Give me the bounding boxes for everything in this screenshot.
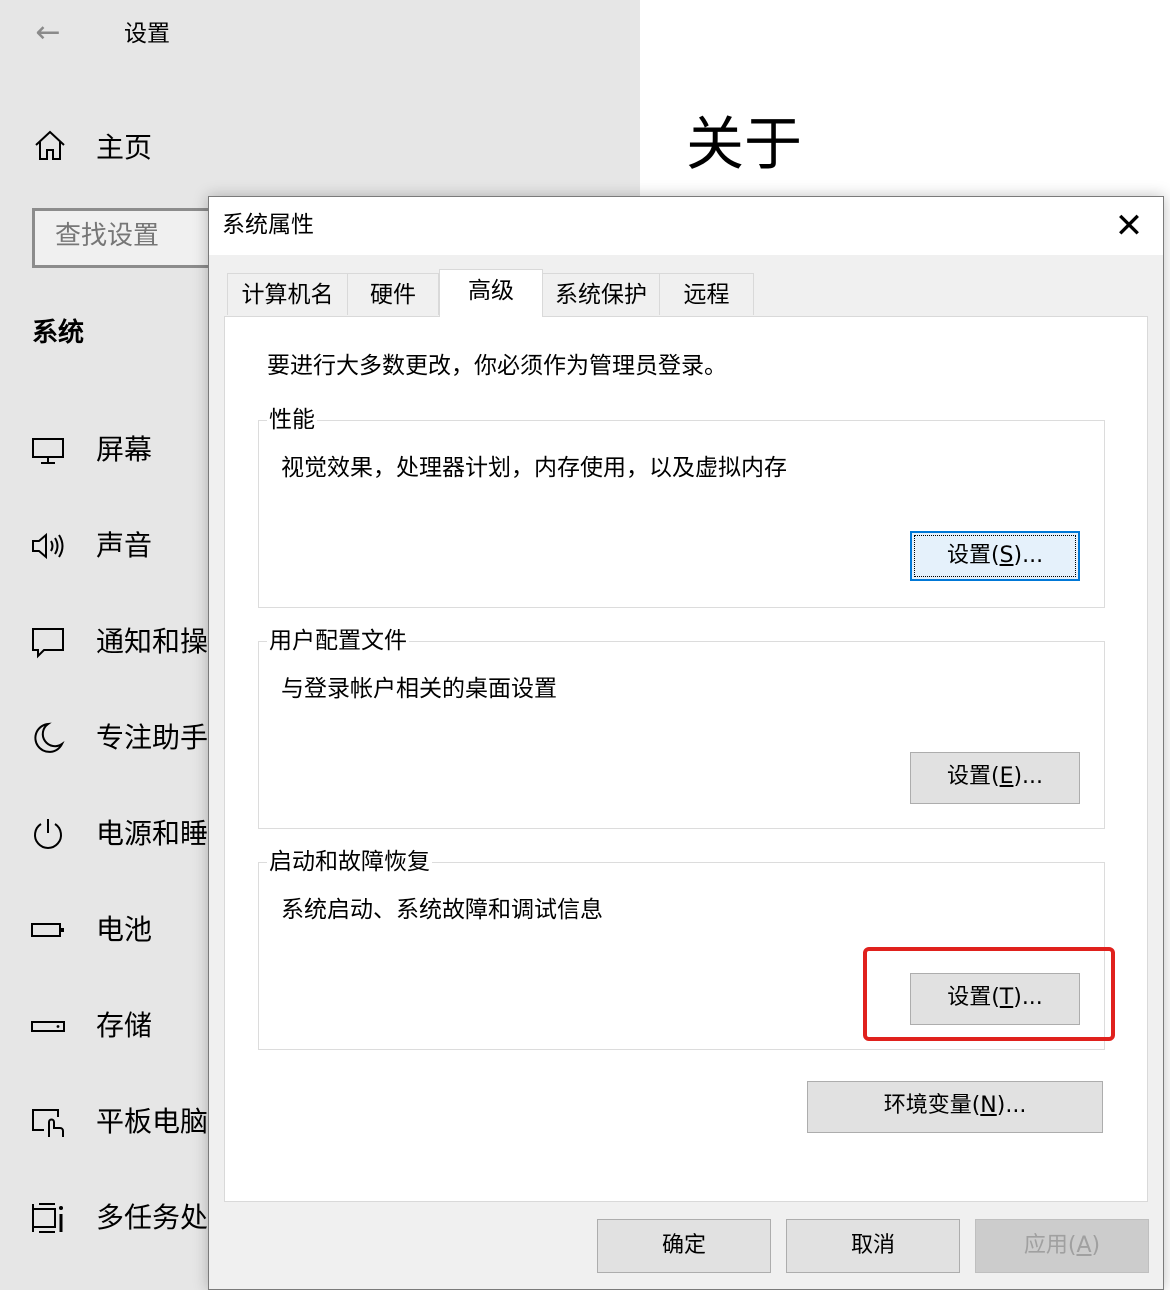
nav-item-label: 电源和睡 — [96, 817, 209, 850]
multitask-icon — [32, 1203, 63, 1233]
power-icon — [34, 819, 62, 849]
dialog-titlebar[interactable]: 系统属性 ✕ — [209, 197, 1163, 255]
nav-item-label: 存储 — [96, 1009, 153, 1042]
tab-remote[interactable]: 远程 — [659, 273, 754, 315]
back-arrow-icon[interactable]: ← — [30, 16, 66, 50]
performance-settings-button[interactable]: 设置(S)... — [910, 531, 1080, 581]
speaker-icon — [32, 532, 64, 560]
group-description: 视觉效果，处理器计划，内存使用，以及虚拟内存 — [281, 455, 787, 481]
group-legend: 启动和故障恢复 — [267, 845, 432, 879]
admin-notice: 要进行大多数更改，你必须作为管理员登录。 — [267, 353, 727, 379]
startup-recovery-settings-button[interactable]: 设置(T)... — [910, 973, 1080, 1025]
storage-icon — [31, 1021, 65, 1032]
battery-icon — [31, 923, 64, 937]
tab-hardware[interactable]: 硬件 — [347, 273, 439, 315]
notification-icon — [32, 628, 64, 659]
group-user-profiles: 用户配置文件 与登录帐户相关的桌面设置 设置(E)... — [258, 624, 1105, 829]
monitor-icon — [32, 438, 64, 464]
group-legend: 用户配置文件 — [267, 624, 409, 658]
nav-item-label: 通知和操 — [96, 625, 209, 658]
page-title: 关于 — [686, 110, 803, 178]
cancel-button[interactable]: 取消 — [786, 1219, 960, 1273]
ok-button[interactable]: 确定 — [597, 1219, 771, 1273]
nav-item-label: 屏幕 — [96, 433, 153, 466]
environment-variables-button[interactable]: 环境变量(N)... — [807, 1081, 1103, 1133]
tablet-icon — [32, 1109, 64, 1137]
home-icon — [35, 130, 65, 160]
system-properties-dialog: 系统属性 ✕ 计算机名 硬件 高级 系统保护 远程 要进行大多数更改，你必须作为… — [208, 196, 1164, 1290]
tab-system-protection[interactable]: 系统保护 — [542, 273, 660, 315]
tab-computer-name[interactable]: 计算机名 — [227, 273, 348, 315]
moon-icon — [34, 722, 65, 753]
tab-advanced[interactable]: 高级 — [439, 269, 543, 317]
group-performance: 性能 视觉效果，处理器计划，内存使用，以及虚拟内存 设置(S)... — [258, 403, 1105, 608]
nav-item-label: 声音 — [96, 529, 153, 562]
nav-item-label: 多任务处 — [96, 1201, 209, 1234]
dialog-title: 系统属性 — [222, 212, 314, 238]
close-icon[interactable]: ✕ — [1095, 197, 1163, 255]
user-profiles-settings-button[interactable]: 设置(E)... — [910, 752, 1080, 804]
app-title: 设置 — [124, 21, 170, 47]
group-legend: 性能 — [267, 403, 317, 437]
tab-panel-advanced: 要进行大多数更改，你必须作为管理员登录。 性能 视觉效果，处理器计划，内存使用，… — [224, 316, 1148, 1202]
nav-item-label: 专注助手 — [96, 721, 209, 754]
group-startup-recovery: 启动和故障恢复 系统启动、系统故障和调试信息 设置(T)... — [258, 845, 1105, 1050]
group-description: 与登录帐户相关的桌面设置 — [281, 676, 557, 702]
apply-button[interactable]: 应用(A) — [975, 1219, 1149, 1273]
group-description: 系统启动、系统故障和调试信息 — [281, 897, 603, 923]
section-title: 系统 — [32, 318, 85, 348]
nav-item-label: 平板电脑 — [96, 1105, 209, 1138]
nav-item-label: 电池 — [96, 913, 153, 946]
nav-home-label: 主页 — [96, 131, 153, 164]
